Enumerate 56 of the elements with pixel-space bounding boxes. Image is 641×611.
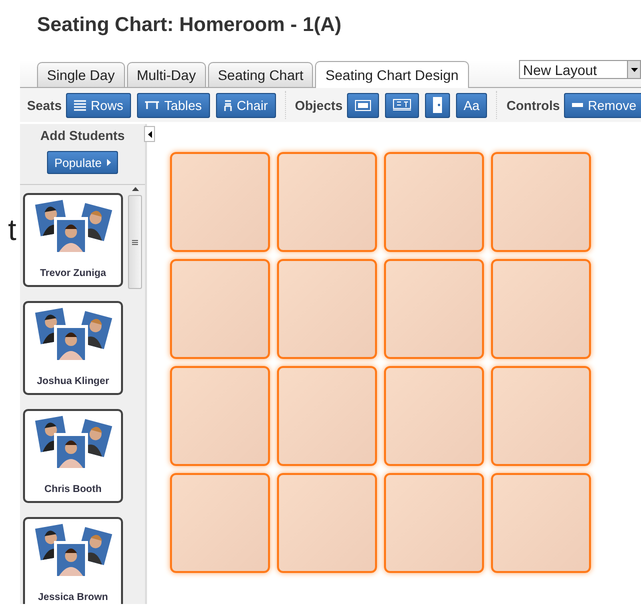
seat[interactable]	[277, 152, 377, 252]
seat[interactable]	[170, 473, 270, 573]
stray-letter: t	[8, 214, 16, 248]
toolbar-button[interactable]: Chair	[216, 92, 276, 118]
student-name: Jessica Brown	[38, 592, 108, 603]
student-card[interactable]: Chris Booth	[23, 409, 123, 503]
caret-icon	[630, 68, 638, 72]
toolbar-button[interactable]: Rows	[66, 92, 132, 118]
podium-icon	[392, 99, 411, 111]
student-name: Joshua Klinger	[36, 376, 110, 387]
student-card[interactable]: Trevor Zuniga	[23, 193, 123, 287]
caret-icon	[106, 159, 111, 166]
toolbar-label: Seats	[27, 98, 62, 112]
toolbar-label: Objects	[294, 98, 343, 112]
student-card[interactable]: Joshua Klinger	[23, 301, 123, 395]
tab[interactable]: Single Day	[37, 62, 125, 87]
seat[interactable]	[491, 152, 591, 252]
board-icon	[354, 100, 371, 110]
scroll-up-icon	[132, 187, 138, 191]
tab[interactable]: Multi-Day	[126, 62, 206, 87]
seat[interactable]	[170, 152, 270, 252]
sidebar-heading: Add Students	[40, 128, 125, 143]
seat[interactable]	[491, 259, 591, 359]
seat[interactable]	[170, 366, 270, 466]
tab[interactable]: Seating Chart	[208, 62, 314, 87]
seat[interactable]	[277, 366, 377, 466]
seat[interactable]	[170, 259, 270, 359]
toolbar-label: Controls	[506, 98, 560, 112]
seat[interactable]	[384, 152, 484, 252]
page-title: Seating Chart: Homeroom - 1(A)	[36, 13, 342, 38]
chair-icon	[224, 100, 232, 110]
toolbar-button[interactable]: Tables	[137, 92, 210, 118]
toolbar-button[interactable]: Remove	[564, 92, 641, 118]
student-card[interactable]: Jessica Brown	[23, 517, 123, 604]
toolbar-button[interactable]: Aa	[456, 92, 488, 118]
collapse-button[interactable]	[144, 126, 155, 142]
layout-dropdown[interactable]: New Layout	[519, 60, 641, 79]
seat[interactable]	[277, 473, 377, 573]
minus-icon	[572, 103, 583, 107]
seat[interactable]	[384, 366, 484, 466]
toolbar-button[interactable]	[424, 92, 450, 118]
populate-button[interactable]: Populate	[47, 151, 118, 174]
toolbar-button[interactable]	[384, 92, 419, 118]
tab[interactable]: Seating Chart Design	[315, 61, 469, 88]
seat[interactable]	[491, 473, 591, 573]
student-name: Trevor Zuniga	[40, 268, 106, 279]
seat[interactable]	[384, 259, 484, 359]
seat[interactable]	[384, 473, 484, 573]
door-icon	[432, 97, 442, 113]
student-name: Chris Booth	[44, 484, 102, 495]
list-icon	[74, 100, 86, 110]
toolbar-button[interactable]	[346, 92, 379, 118]
seat[interactable]	[491, 366, 591, 466]
grip-icon	[132, 240, 138, 244]
table-icon	[145, 101, 160, 109]
seat[interactable]	[277, 259, 377, 359]
